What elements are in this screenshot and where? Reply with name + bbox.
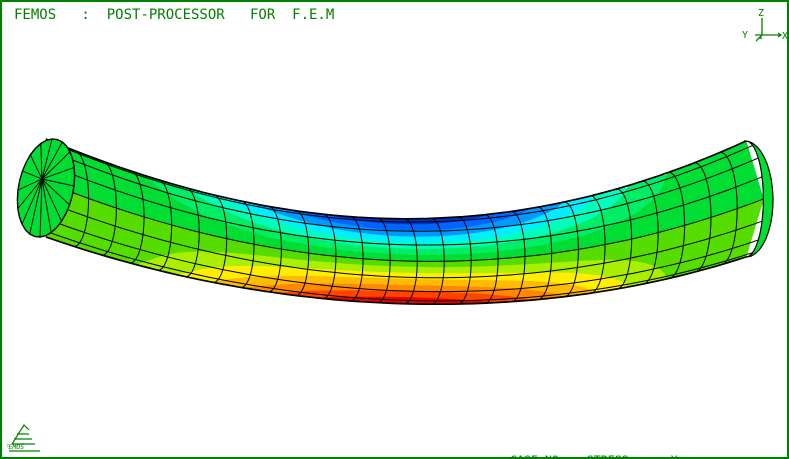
fem-model-viewport — [16, 138, 774, 306]
logo-text: FEMOS — [7, 443, 25, 451]
femos-logo-icon: FEMOS — [7, 424, 40, 452]
status-line-headers: CASE NO. STRESS X — [510, 453, 787, 457]
femos-postprocessor-window: FEMOS : POST-PROCESSOR FOR F.E.M Z Y X F… — [0, 0, 789, 459]
status-readout: CASE NO. STRESS X 1 MIN=-2.767E-04 MAX=2… — [510, 423, 787, 457]
